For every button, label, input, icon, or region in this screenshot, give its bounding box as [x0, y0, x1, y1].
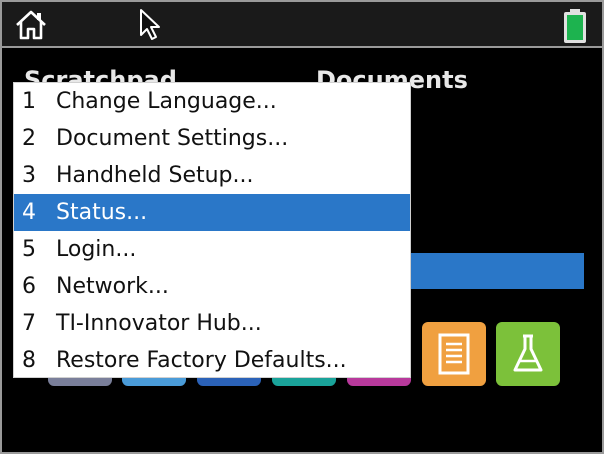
menu-item-label: Login... — [56, 237, 137, 262]
handheld-screen: Scratchpad Documents wse ent... ent ngs.… — [0, 0, 604, 454]
settings-menu: 1 Change Language... 2 Document Settings… — [13, 82, 411, 378]
menu-item-label: Status... — [56, 200, 148, 225]
menu-item-label: Document Settings... — [56, 126, 289, 151]
vernier-tile[interactable] — [496, 322, 560, 386]
menu-item-login[interactable]: 5 Login... — [14, 231, 410, 268]
menu-item-label: TI-Innovator Hub... — [56, 311, 262, 336]
menu-item-number: 8 — [22, 348, 36, 373]
home-icon[interactable] — [14, 9, 48, 41]
menu-item-number: 5 — [22, 237, 36, 262]
flask-icon — [513, 334, 543, 372]
menu-item-document-settings[interactable]: 2 Document Settings... — [14, 120, 410, 157]
status-bar — [2, 2, 602, 48]
menu-item-status[interactable]: 4 Status... — [14, 194, 410, 231]
menu-item-number: 6 — [22, 274, 36, 299]
menu-item-restore-factory-defaults[interactable]: 8 Restore Factory Defaults... — [14, 342, 410, 379]
notes-tile[interactable] — [422, 322, 486, 386]
menu-item-label: Handheld Setup... — [56, 163, 254, 188]
menu-item-number: 2 — [22, 126, 36, 151]
menu-item-label: Restore Factory Defaults... — [56, 348, 347, 373]
battery-icon — [561, 8, 589, 44]
menu-item-number: 1 — [22, 89, 36, 114]
menu-item-network[interactable]: 6 Network... — [14, 268, 410, 305]
menu-item-label: Change Language... — [56, 89, 277, 114]
menu-item-change-language[interactable]: 1 Change Language... — [14, 83, 410, 120]
menu-item-label: Network... — [56, 274, 169, 299]
menu-item-handheld-setup[interactable]: 3 Handheld Setup... — [14, 157, 410, 194]
menu-item-ti-innovator-hub[interactable]: 7 TI-Innovator Hub... — [14, 305, 410, 342]
notes-icon — [438, 333, 470, 375]
menu-item-number: 4 — [22, 200, 36, 225]
menu-item-number: 7 — [22, 311, 36, 336]
menu-item-number: 3 — [22, 163, 36, 188]
cursor-icon — [138, 8, 162, 42]
